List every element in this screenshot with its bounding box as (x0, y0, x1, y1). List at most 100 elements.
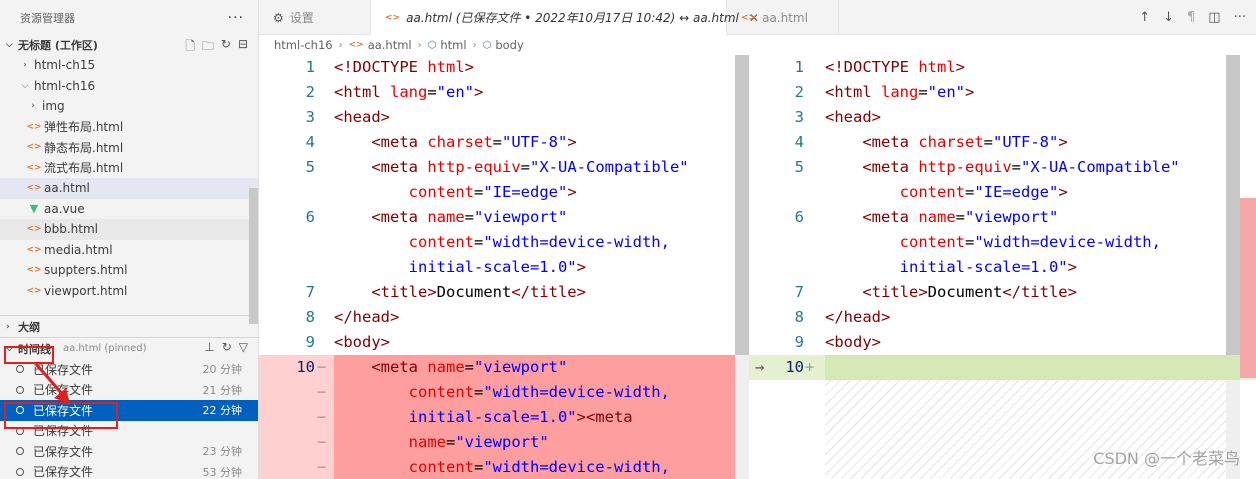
tree-item[interactable]: › html-ch15 (0, 55, 258, 76)
vue-file-icon: ▼ (29, 202, 39, 216)
code-text: content="width=device-width, (408, 233, 670, 251)
tree-item[interactable]: <> 弹性布局.html (0, 117, 258, 138)
chevron-down-icon: ⌵ (6, 40, 13, 50)
tree-item[interactable]: <> media.html (0, 240, 258, 261)
filter-icon[interactable]: ▽ (239, 340, 248, 354)
code-text: initial-scale=1.0"> (899, 258, 1077, 276)
line-number: 4 (794, 133, 804, 151)
tab-diff-aa-html[interactable]: <> aa.html (已保存文件 • 2022年10月17日 10:42) ↔… (371, 0, 759, 35)
sidebar-scrollbar[interactable] (249, 188, 258, 324)
code-line[interactable]: 2 <html lang="en"> (749, 80, 1256, 105)
breadcrumb-folder[interactable]: html-ch16 (274, 38, 333, 52)
code-line[interactable]: content="IE=edge"> (749, 180, 1256, 205)
code-line[interactable]: 1 <!DOCTYPE html> (749, 55, 1256, 80)
line-number: 2 (794, 83, 804, 101)
revert-arrow-icon[interactable]: → (755, 355, 764, 380)
right-scroll-thumb[interactable] (1226, 55, 1240, 355)
tree-item[interactable]: › img (0, 96, 258, 117)
pilcrow-icon[interactable]: ¶ (1187, 10, 1195, 25)
split-editor-icon[interactable]: ◫ (1208, 10, 1220, 25)
new-folder-icon[interactable]: 🗀 (202, 37, 214, 58)
code-line[interactable]: 9 <body> (259, 330, 749, 355)
line-number: 6 (305, 208, 315, 226)
code-line[interactable]: − content="width=device-width, (259, 455, 749, 479)
timeline-entry[interactable]: 已保存文件 23 分钟 (0, 441, 258, 462)
breadcrumb-element-body[interactable]: body (495, 38, 523, 52)
tree-item[interactable]: <> bbb.html (0, 219, 258, 240)
refresh-icon[interactable]: ↻ (221, 37, 231, 58)
timeline-entry[interactable]: 已保存文件 53 分钟 (0, 462, 258, 479)
code-line[interactable]: 1 <!DOCTYPE html> (259, 55, 749, 80)
new-file-icon[interactable]: 🗋 (185, 37, 195, 58)
previous-change-icon[interactable]: ↑ (1139, 10, 1150, 25)
code-line[interactable]: 8 </head> (259, 305, 749, 330)
watermark: CSDN @一个老菜鸟 (1093, 449, 1240, 468)
line-number: 5 (305, 158, 315, 176)
collapse-all-icon[interactable]: ⊟ (238, 37, 248, 58)
tree-item[interactable]: <> 流式布局.html (0, 158, 258, 179)
code-text: <head> (334, 108, 390, 126)
tree-item-label: bbb.html (44, 222, 98, 237)
code-line[interactable]: initial-scale=1.0"> (259, 255, 749, 280)
timeline-entry-label: 已保存文件 (33, 444, 94, 459)
more-actions-icon[interactable]: ··· (228, 10, 244, 26)
diff-original-editor[interactable]: 1 <!DOCTYPE html> 2 <html lang="en"> 3 <head>… (259, 55, 749, 479)
code-line[interactable]: 10− <meta name="viewport" (259, 355, 749, 380)
code-line[interactable]: initial-scale=1.0"> (749, 255, 1256, 280)
right-editor-scrollbar[interactable] (1226, 55, 1240, 479)
chevron-right-icon: › (6, 321, 10, 332)
code-line[interactable]: 4 <meta charset="UTF-8"> (259, 130, 749, 155)
code-line[interactable]: 6 <meta name="viewport" (749, 205, 1256, 230)
breadcrumb-file[interactable]: aa.html (368, 38, 412, 52)
tree-item[interactable]: <> 静态布局.html (0, 137, 258, 158)
more-actions-icon[interactable]: ··· (1234, 10, 1246, 25)
html-file-icon: <> (348, 40, 364, 50)
timeline-entry-time: 20 分钟 (202, 363, 243, 377)
tab-label: aa.html (762, 10, 808, 25)
code-line[interactable]: − initial-scale=1.0"><meta (259, 405, 749, 430)
explorer-title: 资源管理器 (20, 11, 75, 25)
code-line[interactable]: 7 <title>Document</title> (749, 280, 1256, 305)
tree-item[interactable]: <> suppters.html (0, 260, 258, 281)
code-line[interactable]: 5 <meta http-equiv="X-UA-Compatible" (749, 155, 1256, 180)
line-number: 3 (305, 108, 315, 126)
code-line[interactable]: − name="viewport" (259, 430, 749, 455)
html-file-icon: <> (26, 142, 42, 153)
code-line[interactable]: 6 <meta name="viewport" (259, 205, 749, 230)
workspace-section-header[interactable]: ⌵ 无标题 (工作区) 🗋 🗀 ↻ ⊟ (0, 35, 258, 55)
code-text: <html lang="en"> (334, 83, 484, 101)
code-line[interactable]: 2 <html lang="en"> (259, 80, 749, 105)
chevron-down-icon: ⌵ (21, 80, 29, 91)
next-change-icon[interactable]: ↓ (1163, 10, 1174, 25)
outline-section-header[interactable]: › 大纲 (0, 316, 258, 337)
code-line[interactable]: content="width=device-width, (259, 230, 749, 255)
code-line[interactable]: 4 <meta charset="UTF-8"> (749, 130, 1256, 155)
left-editor-scrollbar[interactable] (735, 55, 749, 479)
code-line[interactable]: 10 → + (749, 355, 1256, 380)
left-scroll-thumb[interactable] (735, 55, 749, 355)
code-text: <title>Document</title> (862, 283, 1077, 301)
pin-icon[interactable]: ⊥ (204, 340, 214, 354)
tab-aa-html[interactable]: <> aa.html (727, 0, 839, 35)
circle-icon (16, 365, 24, 374)
code-line[interactable]: 7 <title>Document</title> (259, 280, 749, 305)
line-number: 2 (305, 83, 315, 101)
tree-item[interactable]: ▼ aa.vue (0, 199, 258, 220)
code-line[interactable]: 3 <head> (749, 105, 1256, 130)
tree-item[interactable]: <> viewport.html (0, 281, 258, 302)
code-line[interactable]: 3 <head> (259, 105, 749, 130)
code-line[interactable]: 5 <meta http-equiv="X-UA-Compatible" (259, 155, 749, 180)
code-line[interactable]: content="width=device-width, (749, 230, 1256, 255)
html-file-icon: <> (26, 265, 42, 276)
code-line[interactable]: − content="width=device-width, (259, 380, 749, 405)
refresh-icon[interactable]: ↻ (222, 340, 232, 354)
breadcrumb-element-html[interactable]: html (440, 38, 466, 52)
code-line[interactable]: content="IE=edge"> (259, 180, 749, 205)
tree-item[interactable]: <> aa.html (0, 178, 258, 199)
tree-item[interactable]: ⌵ html-ch16 (0, 76, 258, 97)
diff-modified-editor[interactable]: 1 <!DOCTYPE html> 2 <html lang="en"> 3 <head>… (749, 55, 1256, 479)
code-line[interactable]: 9 <body> (749, 330, 1256, 355)
tree-item-label: aa.vue (44, 201, 85, 216)
code-line[interactable]: 8 </head> (749, 305, 1256, 330)
tab-settings[interactable]: ⚙ 设置 (259, 0, 371, 35)
